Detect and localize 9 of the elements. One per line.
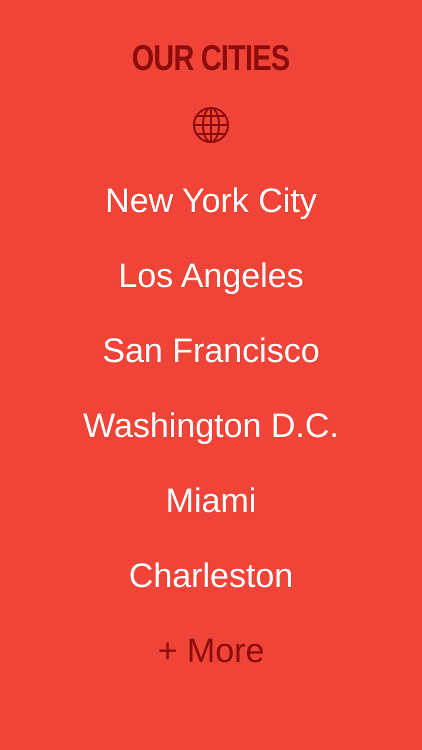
city-link[interactable]: San Francisco (102, 314, 320, 389)
city-link[interactable]: Los Angeles (118, 239, 304, 314)
page-title: OUR CITIES (132, 36, 290, 80)
city-link[interactable]: Charleston (128, 539, 294, 614)
city-link[interactable]: New York City (105, 164, 317, 239)
city-link[interactable]: Miami (166, 464, 256, 539)
globe-icon (192, 106, 230, 144)
more-link[interactable]: + More (158, 614, 264, 689)
city-link[interactable]: Washington D.C. (83, 389, 339, 464)
